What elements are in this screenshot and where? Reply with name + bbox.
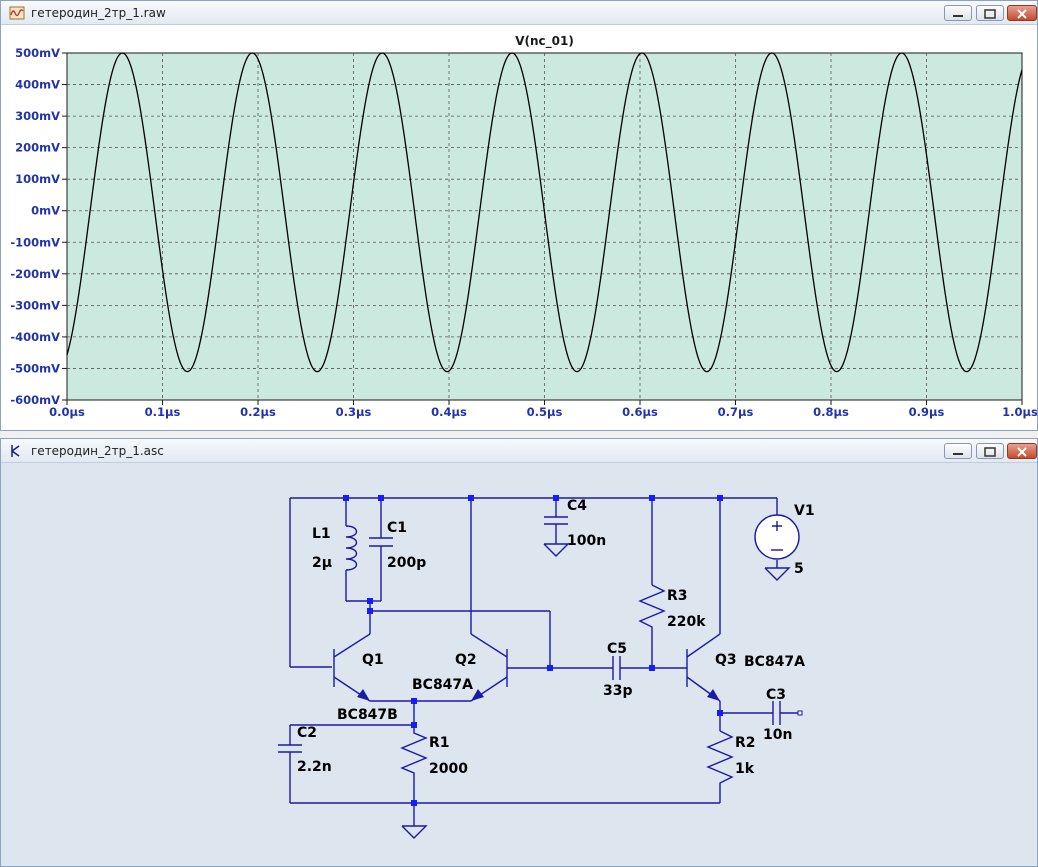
x-tick-label: 0.0µs [49,405,85,419]
plot-window-title: гетеродин_2тр_1.raw [31,6,166,20]
minimize-icon [953,15,963,17]
schematic-canvas[interactable]: L1 2µ C1 200p C4 100n V1 5 Q1 BC847B Q2 … [1,463,1037,866]
schematic-window-title: гетеродин_2тр_1.asc [31,444,164,458]
x-tick-label: 0.7µs [718,405,754,419]
y-tick-label: 200mV [15,141,60,155]
x-tick-label: 0.1µs [145,405,181,419]
q3-model[interactable]: BC847A [744,654,805,670]
y-tick-label: 0mV [31,204,60,218]
plot-window: гетеродин_2тр_1.raw 500mV 400mV 300mV 200mV… [0,0,1038,431]
y-tick-label: 500mV [15,46,60,60]
close-button[interactable] [1007,443,1037,459]
y-tick-label: -300mV [10,298,60,312]
x-tick-label: 0.8µs [813,405,849,419]
restore-button[interactable] [976,443,1004,459]
x-tick-label: 0.3µs [336,405,372,419]
x-tick-label: 0.6µs [622,405,658,419]
c3-name[interactable]: C3 [766,687,786,703]
close-icon [1017,447,1027,457]
r3-name[interactable]: R3 [667,588,688,604]
c1-name[interactable]: C1 [387,520,407,536]
y-tick-label: -100mV [10,235,60,249]
restore-icon [984,447,996,457]
minimize-button[interactable] [944,443,972,459]
c5-value[interactable]: 33p [603,683,633,699]
c2-value[interactable]: 2.2n [297,759,332,775]
y-tick-label: -400mV [10,330,60,344]
voltage-source-v1[interactable] [754,514,800,560]
c5-name[interactable]: C5 [607,641,627,657]
y-tick-label: 400mV [15,78,60,92]
plot-area[interactable]: 500mV 400mV 300mV 200mV 100mV 0mV -100mV -200mV… [1,25,1038,430]
trace-label[interactable]: V(nc_01) [515,34,574,49]
x-tick-label: 0.5µs [527,405,563,419]
q1-name[interactable]: Q1 [362,652,384,668]
y-tick-label: 100mV [15,172,60,186]
r2-value[interactable]: 1k [735,761,755,777]
restore-button[interactable] [976,5,1004,21]
r2-name[interactable]: R2 [735,735,756,751]
c4-name[interactable]: C4 [567,498,587,514]
waveform-chart[interactable]: 500mV 400mV 300mV 200mV 100mV 0mV -100mV -200mV… [1,25,1038,430]
v1-value[interactable]: 5 [794,561,804,577]
x-tick-label: 0.9µs [909,405,945,419]
r1-name[interactable]: R1 [429,735,450,751]
schematic-icon [11,445,20,457]
x-tick-label: 0.4µs [431,405,467,419]
close-icon [1017,9,1027,19]
y-tick-label: -200mV [10,267,60,281]
circuit-schematic[interactable]: L1 2µ C1 200p C4 100n V1 5 Q1 BC847B Q2 … [1,463,1037,866]
v1-name[interactable]: V1 [794,503,815,519]
c3-value[interactable]: 10n [763,727,792,743]
schematic-window: гетеродин_2тр_1.asc L1 2µ C1 200p C4 100… [0,438,1038,867]
waveform-icon [9,6,25,20]
y-tick-label: -500mV [10,361,60,375]
x-tick-label: 0.2µs [240,405,276,419]
x-tick-label: 1.0µs [1002,405,1037,419]
close-button[interactable] [1007,5,1037,21]
c2-name[interactable]: C2 [297,725,317,741]
minimize-icon [953,453,963,455]
q2-model[interactable]: BC847A [412,677,473,693]
r1-value[interactable]: 2000 [429,761,468,777]
l1-name[interactable]: L1 [312,526,331,542]
y-tick-label: 300mV [15,109,60,123]
c4-value[interactable]: 100n [567,533,606,549]
q1-model[interactable]: BC847B [337,707,398,723]
l1-value[interactable]: 2µ [312,555,332,571]
c1-value[interactable]: 200p [387,555,426,571]
r3-value[interactable]: 220k [667,614,706,630]
restore-icon [984,9,996,19]
plot-window-titlebar[interactable]: гетеродин_2тр_1.raw [1,1,1037,25]
q2-name[interactable]: Q2 [455,652,477,668]
schematic-window-titlebar[interactable]: гетеродин_2тр_1.asc [1,439,1037,463]
minimize-button[interactable] [944,5,972,21]
q3-name[interactable]: Q3 [715,652,737,668]
